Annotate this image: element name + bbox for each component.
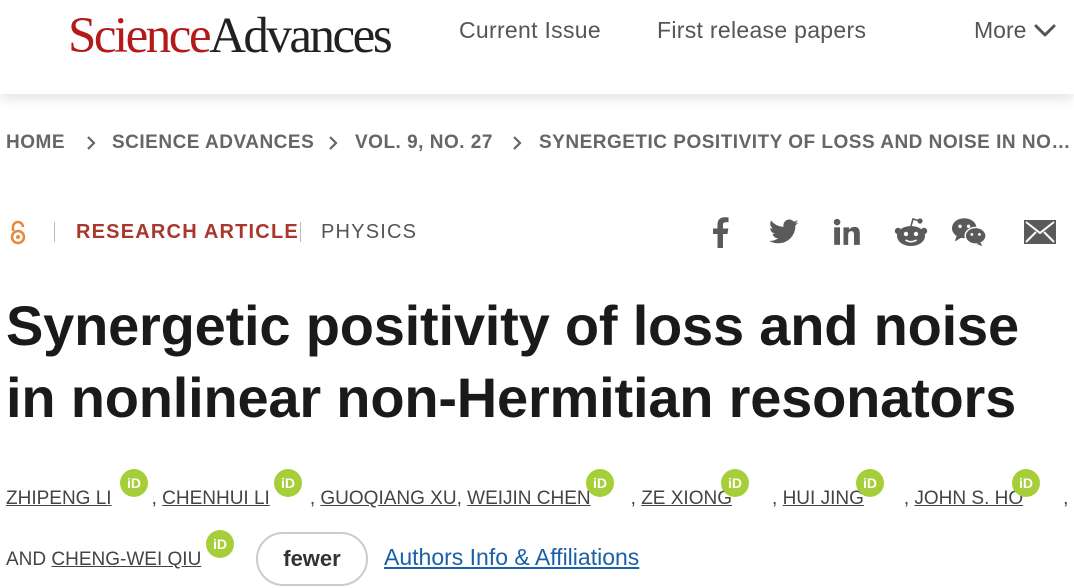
author-link[interactable]: JOHN S. HO (914, 488, 1023, 509)
site-header: ScienceAdvances Current Issue First rele… (0, 0, 1074, 94)
breadcrumb-home[interactable]: HOME (6, 132, 65, 154)
fewer-authors-button[interactable]: fewer (256, 532, 368, 586)
orcid-icon[interactable]: iD (721, 469, 749, 497)
wechat-icon[interactable] (951, 214, 987, 250)
site-logo[interactable]: ScienceAdvances (68, 6, 393, 66)
email-icon[interactable] (1022, 214, 1058, 250)
article-title: Synergetic positivity of loss and noise … (6, 290, 1068, 434)
author-list-continued: AND CHENG-WEI QIU (6, 549, 201, 571)
logo-advances: Advances (209, 8, 393, 64)
chevron-right-icon (513, 136, 522, 150)
orcid-icon[interactable]: iD (274, 469, 302, 497)
reddit-icon[interactable] (893, 214, 929, 250)
nav-first-release-papers[interactable]: First release papers (657, 17, 866, 44)
logo-science: Science (68, 8, 212, 64)
orcid-icon[interactable]: iD (856, 469, 884, 497)
nav-more-button[interactable]: More (974, 17, 1056, 44)
open-access-icon (10, 220, 26, 245)
chevron-down-icon (1034, 24, 1056, 36)
author-link[interactable]: GUOQIANG XU (320, 488, 456, 509)
author-list: ZHIPENG LI, CHENHUI LI, GUOQIANG XU, WEI… (6, 488, 1069, 509)
orcid-icon[interactable]: iD (206, 530, 234, 558)
facebook-icon[interactable] (702, 214, 738, 250)
breadcrumb-article: SYNERGETIC POSITIVITY OF LOSS AND NOISE … (539, 132, 1071, 153)
nav-current-issue[interactable]: Current Issue (459, 17, 601, 44)
author-link[interactable]: WEIJIN CHEN (467, 488, 591, 509)
author-link[interactable]: CHENG-WEI QIU (51, 549, 201, 570)
author-link[interactable]: ZE XIONG (641, 488, 732, 509)
breadcrumb-journal[interactable]: SCIENCE ADVANCES (112, 132, 314, 154)
nav-more-label: More (974, 17, 1027, 43)
chevron-right-icon (329, 136, 338, 150)
article-title-line-1: Synergetic positivity of loss and noise (6, 294, 1019, 357)
article-title-line-2: in nonlinear non-Hermitian resonators (6, 366, 1017, 429)
breadcrumb-issue[interactable]: VOL. 9, NO. 27 (355, 132, 493, 154)
author-link[interactable]: ZHIPENG LI (6, 488, 112, 509)
meta-divider (54, 222, 55, 242)
author-and: AND (6, 549, 47, 570)
twitter-icon[interactable] (766, 214, 802, 250)
meta-divider (300, 222, 301, 242)
orcid-icon[interactable]: iD (120, 469, 148, 497)
orcid-icon[interactable]: iD (586, 469, 614, 497)
author-link[interactable]: CHENHUI LI (162, 488, 270, 509)
breadcrumb: HOME SCIENCE ADVANCES VOL. 9, NO. 27 SYN… (6, 132, 1070, 158)
orcid-icon[interactable]: iD (1012, 469, 1040, 497)
article-type-label[interactable]: RESEARCH ARTICLE (76, 221, 299, 244)
authors-info-affiliations-link[interactable]: Authors Info & Affiliations (384, 544, 639, 571)
linkedin-icon[interactable] (829, 214, 865, 250)
author-link[interactable]: HUI JING (783, 488, 864, 509)
subject-label[interactable]: PHYSICS (321, 221, 417, 244)
chevron-right-icon (87, 136, 96, 150)
